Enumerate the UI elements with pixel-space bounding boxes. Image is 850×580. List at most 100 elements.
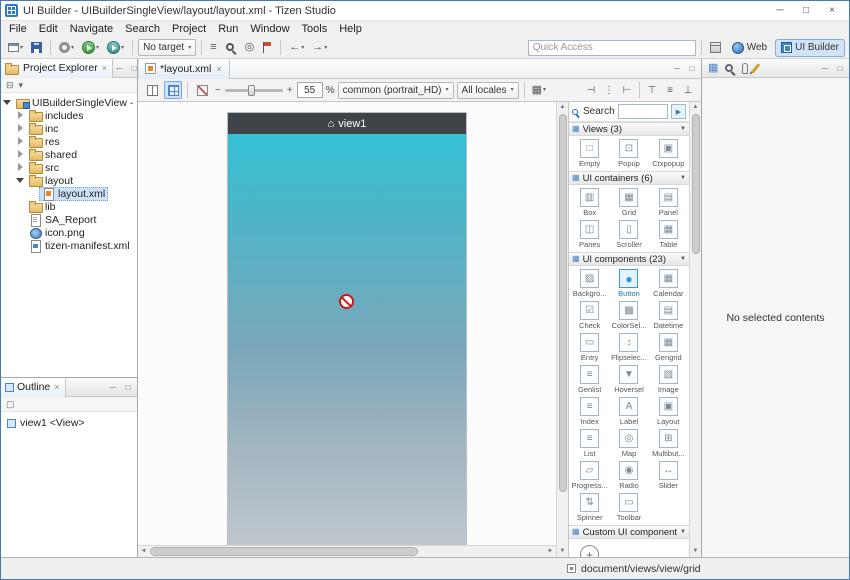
palette-item-layout[interactable]: ▣Layout: [649, 396, 688, 427]
menu-navigate[interactable]: Navigate: [64, 22, 119, 36]
add-custom-component[interactable]: +: [570, 541, 609, 557]
collapse-arrow-icon[interactable]: ▼: [680, 529, 686, 535]
tree-item-src[interactable]: src: [1, 161, 137, 174]
open-perspective-button[interactable]: [707, 39, 724, 57]
palette-scroll-thumb[interactable]: [692, 114, 700, 254]
palette-item-backgro[interactable]: ▨Backgro...: [570, 268, 609, 299]
palette-item-box[interactable]: ▥Box: [570, 187, 609, 218]
close-icon[interactable]: ×: [215, 64, 222, 74]
tree-item-tizen-manifest-xml[interactable]: tizen-manifest.xml: [1, 239, 137, 252]
palette-item-index[interactable]: ≡Index: [570, 396, 609, 427]
palette-item-calendar[interactable]: ▦Calendar: [649, 268, 688, 299]
menu-run[interactable]: Run: [212, 22, 244, 36]
flag-button[interactable]: [259, 39, 275, 57]
horizontal-scroll-thumb[interactable]: [150, 547, 418, 556]
palette-section-custom-ui-components-0[interactable]: ▦Custom UI components (0)▼: [569, 525, 689, 539]
minimize-view-button[interactable]: ─: [113, 64, 125, 73]
phone-preview[interactable]: ⌂ view1: [228, 113, 466, 545]
palette-item-popup[interactable]: ⊡Popup: [609, 138, 648, 169]
menu-help[interactable]: Help: [333, 22, 368, 36]
align-middle-button[interactable]: ≡: [662, 82, 678, 98]
palette-item-entry[interactable]: ▭Entry: [570, 332, 609, 363]
palette-item-label[interactable]: ALabel: [609, 396, 648, 427]
ui-builder-perspective-button[interactable]: UI Builder: [775, 39, 845, 57]
palette-item-colorsel[interactable]: ▩ColorSel...: [609, 300, 648, 331]
tree-item-layout[interactable]: layout: [1, 174, 137, 187]
scroll-down-arrow[interactable]: ▼: [690, 546, 701, 557]
palette-item-flipselec[interactable]: ↕Flipselec...: [609, 332, 648, 363]
mark-occurrences-button[interactable]: ◎: [242, 39, 258, 57]
menu-search[interactable]: Search: [119, 22, 166, 36]
tree-item-inc[interactable]: inc: [1, 122, 137, 135]
twistie-closed-icon[interactable]: [16, 163, 25, 172]
maximize-view-button[interactable]: □: [686, 64, 698, 73]
debug-button[interactable]: ▾: [104, 39, 127, 57]
menu-edit[interactable]: Edit: [33, 22, 64, 36]
back-button[interactable]: ←▾: [286, 39, 307, 57]
palette-item-image[interactable]: ▨Image: [649, 364, 688, 395]
forward-button[interactable]: →▾: [309, 39, 330, 57]
target-combo[interactable]: No target▾: [138, 39, 196, 56]
palette-item-datetime[interactable]: ▤Datetime: [649, 300, 688, 331]
palette-item-button[interactable]: ●Button: [609, 268, 648, 299]
menu-file[interactable]: File: [3, 22, 33, 36]
run-button[interactable]: ▾: [79, 39, 102, 57]
tree-item-layout-xml[interactable]: layout.xml: [1, 187, 137, 200]
palette-item-multibut[interactable]: ⊞Multibut...: [649, 428, 688, 459]
palette-item-hoversel[interactable]: ▼Hoversel: [609, 364, 648, 395]
scroll-down-arrow[interactable]: ▼: [557, 546, 568, 557]
palette-item-progress[interactable]: ▱Progress...: [570, 460, 609, 491]
palette-item-check[interactable]: ☑Check: [570, 300, 609, 331]
collapse-arrow-icon[interactable]: ▼: [680, 256, 686, 262]
align-right-button[interactable]: ⊢: [619, 82, 635, 98]
preview-search-button[interactable]: [725, 64, 733, 72]
project-explorer-tab[interactable]: Project Explorer ×: [1, 59, 113, 78]
palette-item-toolbar[interactable]: ▭Toolbar: [609, 492, 648, 523]
horizontal-scrollbar[interactable]: ◄ ►: [138, 545, 556, 557]
twistie-closed-icon[interactable]: [16, 137, 25, 146]
align-top-button[interactable]: ⊤: [644, 82, 660, 98]
zoom-slider-thumb[interactable]: [248, 85, 255, 96]
quick-access-input[interactable]: [528, 40, 696, 56]
palette-section-ui-containers-6[interactable]: ▦UI containers (6)▼: [569, 171, 689, 185]
twistie-closed-icon[interactable]: [16, 111, 25, 120]
design-canvas[interactable]: ⌂ view1: [138, 102, 556, 545]
tree-item-sa-report[interactable]: SA_Report: [1, 213, 137, 226]
zoom-in-button[interactable]: +: [286, 85, 294, 96]
outline-item-view1-view[interactable]: view1 <View>: [3, 416, 135, 430]
menu-window[interactable]: Window: [244, 22, 295, 36]
vertical-scroll-thumb[interactable]: [559, 114, 567, 492]
palette-item-empty[interactable]: □Empty: [570, 138, 609, 169]
twistie-open-icon[interactable]: [16, 176, 25, 185]
palette-item-spinner[interactable]: ⇅Spinner: [570, 492, 609, 523]
tree-item-icon-png[interactable]: icon.png: [1, 226, 137, 239]
twistie-closed-icon[interactable]: [16, 150, 25, 159]
locale-combo[interactable]: All locales▾: [457, 82, 519, 99]
palette-item-panel[interactable]: ▤Panel: [649, 187, 688, 218]
palette-item-slider[interactable]: ↔Slider: [649, 460, 688, 491]
menu-tools[interactable]: Tools: [296, 22, 334, 36]
collapse-arrow-icon[interactable]: ▼: [680, 175, 686, 181]
palette-vertical-scrollbar[interactable]: ▲ ▼: [689, 102, 701, 557]
palette-item-panes[interactable]: ◫Panes: [570, 219, 609, 250]
palette-section-views-3[interactable]: ▦Views (3)▼: [569, 122, 689, 136]
outline-filter-button[interactable]: ▢: [6, 400, 15, 409]
palette-search-go-button[interactable]: ▶: [671, 104, 686, 119]
scroll-left-arrow[interactable]: ◄: [138, 546, 149, 557]
minimize-view-button[interactable]: ─: [819, 64, 831, 73]
align-left-button[interactable]: ⊣: [583, 82, 599, 98]
tree-item-lib[interactable]: lib: [1, 200, 137, 213]
palette-item-list[interactable]: ≡List: [570, 428, 609, 459]
collapse-arrow-icon[interactable]: ▼: [680, 126, 686, 132]
palette-item-map[interactable]: ◎Map: [609, 428, 648, 459]
show-list-button[interactable]: ≡: [207, 39, 219, 57]
view-menu-button[interactable]: ▾: [19, 81, 24, 90]
canvas-vertical-scrollbar[interactable]: ▲ ▼: [556, 102, 568, 557]
align-bottom-button[interactable]: ⊥: [680, 82, 696, 98]
minimize-view-button[interactable]: ─: [671, 64, 683, 73]
minimize-view-button[interactable]: ─: [107, 383, 119, 392]
tree-item-res[interactable]: res: [1, 135, 137, 148]
edit-button[interactable]: [751, 63, 760, 73]
palette-item-radio[interactable]: ◉Radio: [609, 460, 648, 491]
maximize-button[interactable]: □: [793, 3, 819, 19]
